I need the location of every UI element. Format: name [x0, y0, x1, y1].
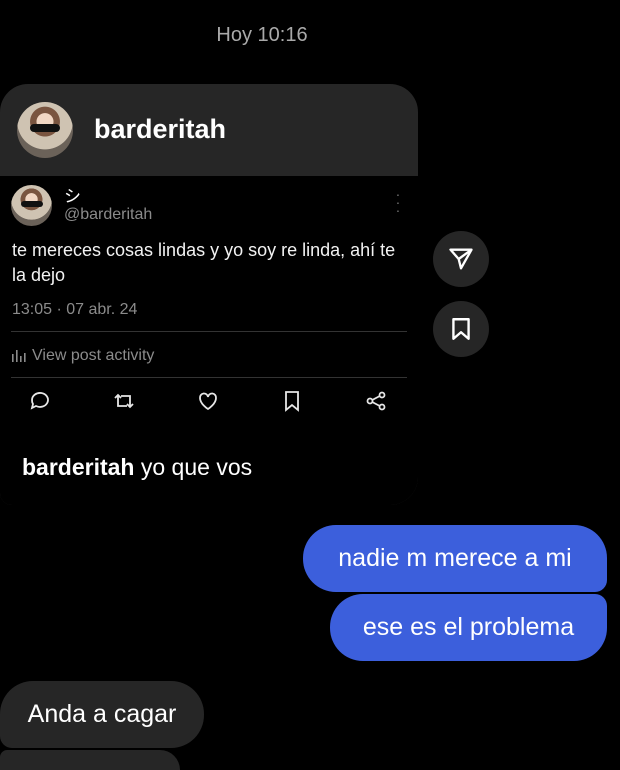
send-icon — [449, 248, 473, 270]
message-text: ese es el problema — [362, 613, 575, 641]
post-author-avatar[interactable] — [11, 185, 52, 226]
more-options-icon[interactable]: · · · — [393, 187, 403, 217]
incoming-message-bubble[interactable]: Anda a cagar — [0, 681, 204, 748]
caption-username: barderitah — [22, 454, 135, 480]
view-post-activity-link[interactable]: View post activity — [12, 347, 154, 365]
outgoing-message-bubble[interactable]: ese es el problema — [330, 594, 607, 661]
shared-post-message[interactable]: barderitah シ @barderitah · · · te mereces … — [0, 84, 418, 505]
shared-post-header[interactable]: barderitah — [0, 84, 418, 176]
divider — [11, 377, 407, 378]
bookmark-icon — [452, 318, 470, 340]
activity-label: View post activity — [32, 347, 155, 364]
shared-post-caption: barderitah yo que vos — [22, 454, 252, 481]
outgoing-message-bubble[interactable]: nadie m merece a mi — [303, 525, 607, 592]
share-icon[interactable] — [364, 389, 388, 418]
sender-name[interactable]: barderitah — [94, 114, 226, 145]
post-author-display-name: シ — [64, 187, 81, 206]
repost-icon[interactable] — [112, 389, 136, 418]
message-text: Anda a cagar — [27, 700, 177, 728]
bookmark-icon[interactable] — [280, 389, 304, 418]
like-icon[interactable] — [196, 389, 220, 418]
incoming-message-bubble-partial[interactable] — [0, 750, 180, 770]
send-button[interactable] — [433, 231, 489, 287]
save-button[interactable] — [433, 301, 489, 357]
divider — [11, 331, 407, 332]
chat-timestamp: Hoy 10:16 — [216, 24, 308, 46]
caption-text: yo que vos — [134, 454, 253, 480]
post-text: te mereces cosas lindas y yo soy re lind… — [12, 240, 396, 285]
message-text: nadie m merece a mi — [338, 544, 572, 572]
sender-avatar[interactable] — [17, 102, 73, 158]
bar-chart-icon — [12, 350, 26, 362]
post-time: 13:05 · 07 abr. 24 — [12, 301, 138, 318]
reply-icon[interactable] — [28, 389, 52, 418]
post-author-handle: @barderitah — [64, 206, 153, 223]
